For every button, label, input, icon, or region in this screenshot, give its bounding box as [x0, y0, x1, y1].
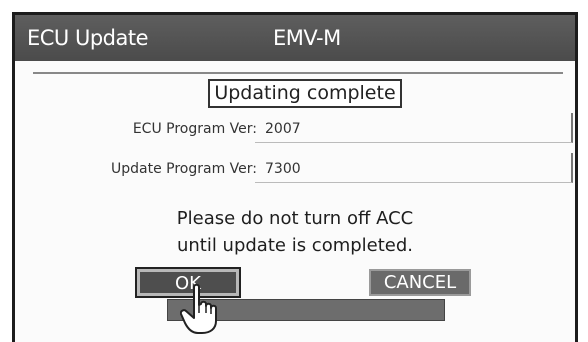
model-name: EMV-M	[273, 26, 341, 50]
warning-message: Please do not turn off ACC until update …	[125, 205, 465, 259]
warning-line-1: Please do not turn off ACC	[176, 208, 414, 229]
update-version-field	[255, 153, 573, 183]
window-title: ECU Update	[27, 26, 149, 50]
ecu-version-label: ECU Program Ver:	[132, 121, 257, 137]
update-version-value: 7300	[265, 161, 301, 177]
divider	[33, 72, 563, 74]
title-bar: ECU Update EMV-M	[15, 15, 575, 61]
cancel-button[interactable]: CANCEL	[369, 269, 471, 296]
update-version-label: Update Program Ver:	[110, 161, 257, 177]
warning-line-2: until update is completed.	[176, 235, 414, 256]
status-label: Updating complete	[208, 79, 402, 108]
ecu-update-dialog: ECU Update EMV-M Updating complete ECU P…	[12, 12, 578, 342]
ecu-version-value: 2007	[265, 121, 301, 137]
hand-pointer-icon	[180, 283, 217, 334]
ecu-version-field	[255, 113, 573, 143]
